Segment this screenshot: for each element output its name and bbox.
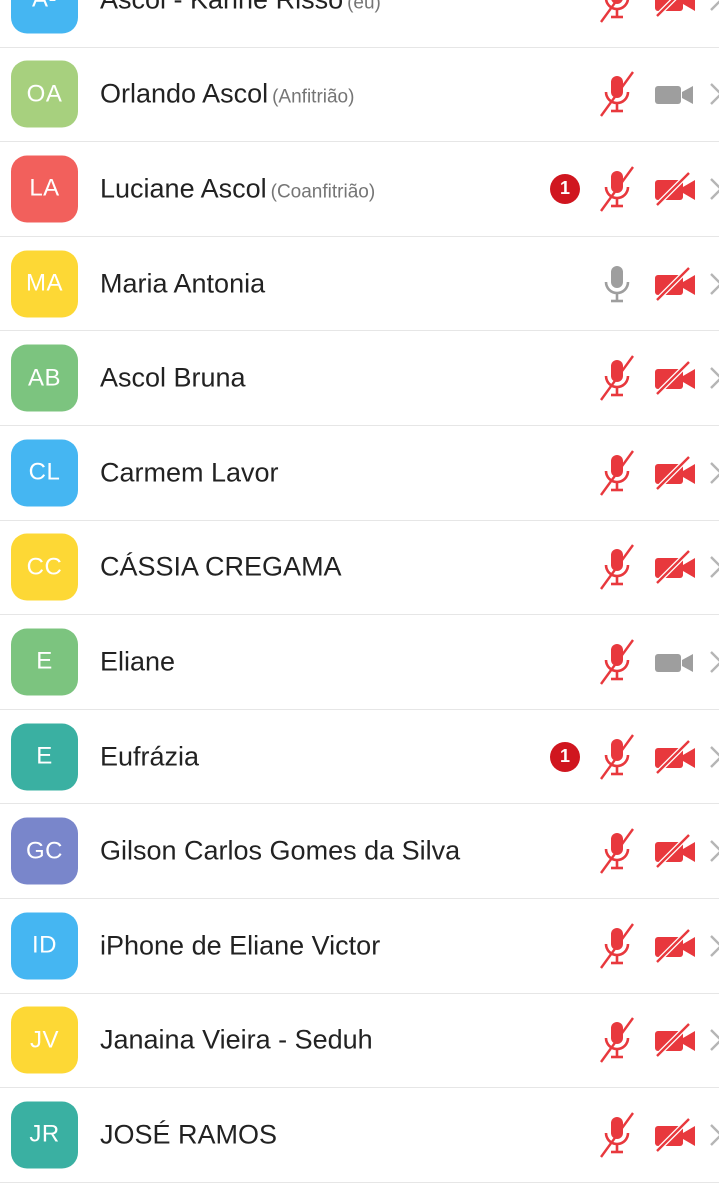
participant-row[interactable]: CC CÁSSIA CREGAMA bbox=[0, 521, 719, 616]
chevron-right-icon bbox=[709, 649, 719, 675]
mic-muted-icon[interactable] bbox=[597, 0, 637, 24]
mic-muted-icon[interactable] bbox=[597, 733, 637, 781]
participant-name: Eufrázia bbox=[100, 741, 200, 772]
avatar: E bbox=[11, 628, 78, 696]
mic-muted-icon[interactable] bbox=[597, 827, 637, 875]
chevron-right-icon bbox=[709, 1122, 719, 1148]
participant-row[interactable]: E Eliane bbox=[0, 615, 719, 710]
chevron-right-icon bbox=[709, 176, 719, 202]
mic-muted-icon[interactable] bbox=[597, 543, 637, 591]
participant-name-block: JOSÉ RAMOS bbox=[100, 1119, 277, 1150]
chevron-right-icon bbox=[709, 744, 719, 770]
chevron-right-icon bbox=[709, 933, 719, 959]
participant-row[interactable]: AB Ascol Bruna bbox=[0, 331, 719, 426]
mic-muted-icon[interactable] bbox=[597, 165, 637, 213]
participant-row[interactable]: LA Luciane Ascol (Coanfitrião) 1 bbox=[0, 142, 719, 237]
participant-row[interactable]: JR JOSÉ RAMOS bbox=[0, 1088, 719, 1183]
mic-muted-icon[interactable] bbox=[597, 354, 637, 402]
participant-name: Gilson Carlos Gomes da Silva bbox=[100, 835, 461, 866]
participant-name: Carmem Lavor bbox=[100, 457, 279, 488]
mic-icon[interactable] bbox=[597, 260, 637, 308]
video-off-icon[interactable] bbox=[653, 171, 697, 207]
video-off-icon[interactable] bbox=[653, 927, 697, 964]
participant-name-block: Gilson Carlos Gomes da Silva bbox=[100, 836, 460, 867]
chevron-right-icon bbox=[709, 460, 719, 486]
participant-name-block: Janaina Vieira - Seduh bbox=[100, 1025, 373, 1056]
mic-muted-icon[interactable] bbox=[597, 449, 637, 497]
avatar: E bbox=[11, 723, 78, 791]
avatar: AB bbox=[11, 344, 78, 412]
mic-muted-icon[interactable] bbox=[597, 70, 637, 118]
avatar: JR bbox=[11, 1101, 78, 1169]
participant-name-block: Ascol Bruna bbox=[100, 363, 246, 394]
participant-name: Ascol Bruna bbox=[100, 362, 246, 393]
video-off-icon[interactable] bbox=[653, 0, 697, 18]
avatar: MA bbox=[11, 250, 78, 318]
avatar: GC bbox=[11, 817, 78, 885]
chevron-right-icon bbox=[709, 81, 719, 107]
avatar: LA bbox=[11, 155, 78, 223]
participant-row[interactable]: ID iPhone de Eliane Victor bbox=[0, 899, 719, 994]
participant-name: JOSÉ RAMOS bbox=[100, 1119, 278, 1150]
participant-row[interactable]: OA Orlando Ascol (Anfitrião) bbox=[0, 48, 719, 143]
avatar: CC bbox=[11, 533, 78, 601]
video-off-icon[interactable] bbox=[653, 265, 697, 302]
participant-name-block: iPhone de Eliane Victor bbox=[100, 930, 380, 961]
video-off-icon[interactable] bbox=[653, 738, 697, 775]
unread-badge: 1 bbox=[550, 741, 580, 772]
video-off-icon[interactable] bbox=[653, 1022, 697, 1059]
avatar: JV bbox=[11, 1006, 78, 1074]
participant-name-block: Eliane bbox=[100, 646, 175, 677]
avatar: OA bbox=[11, 60, 78, 128]
participant-role: (eu) bbox=[347, 0, 381, 14]
avatar: ID bbox=[11, 912, 78, 980]
chevron-right-icon bbox=[709, 0, 719, 13]
video-off-icon[interactable] bbox=[653, 549, 697, 586]
participant-name: CÁSSIA CREGAMA bbox=[100, 551, 342, 582]
participant-role: (Coanfitrião) bbox=[270, 181, 376, 203]
participant-row[interactable]: CL Carmem Lavor bbox=[0, 426, 719, 521]
participant-row[interactable]: JV Janaina Vieira - Seduh bbox=[0, 994, 719, 1089]
video-off-icon[interactable] bbox=[653, 1117, 697, 1153]
chevron-right-icon bbox=[709, 838, 719, 864]
participant-name-block: CÁSSIA CREGAMA bbox=[100, 552, 342, 583]
participant-name: Orlando Ascol bbox=[100, 78, 269, 109]
mic-muted-icon[interactable] bbox=[597, 1016, 637, 1064]
video-off-icon[interactable] bbox=[653, 833, 697, 869]
avatar: A- bbox=[11, 0, 78, 34]
mic-muted-icon[interactable] bbox=[597, 638, 637, 686]
mic-muted-icon[interactable] bbox=[597, 922, 637, 970]
chevron-right-icon bbox=[709, 365, 719, 391]
participant-name: Maria Antonia bbox=[100, 268, 266, 299]
participant-name: Janaina Vieira - Seduh bbox=[100, 1024, 373, 1055]
mic-muted-icon[interactable] bbox=[597, 1111, 637, 1159]
participant-row[interactable]: MA Maria Antonia bbox=[0, 237, 719, 332]
participant-name: Luciane Ascol bbox=[100, 173, 267, 204]
video-off-icon[interactable] bbox=[653, 454, 697, 491]
video-icon[interactable] bbox=[653, 645, 697, 679]
participant-name-block: Maria Antonia bbox=[100, 268, 265, 299]
video-icon[interactable] bbox=[653, 77, 697, 111]
unread-badge: 1 bbox=[550, 173, 580, 204]
participant-row[interactable]: E Eufrázia 1 bbox=[0, 710, 719, 805]
participant-name-block: Ascol - Karine Risso (eu) bbox=[100, 0, 381, 15]
participant-row[interactable]: A- Ascol - Karine Risso (eu) bbox=[0, 0, 719, 48]
participant-name-block: Carmem Lavor bbox=[100, 457, 279, 488]
participant-role: (Anfitrião) bbox=[272, 86, 355, 108]
participant-name-block: Eufrázia bbox=[100, 741, 199, 772]
participant-name-block: Orlando Ascol (Anfitrião) bbox=[100, 79, 354, 110]
participant-name-block: Luciane Ascol (Coanfitrião) bbox=[100, 173, 375, 204]
participant-row[interactable]: GC Gilson Carlos Gomes da Silva bbox=[0, 804, 719, 899]
chevron-right-icon bbox=[709, 1027, 719, 1053]
participants-list: A- Ascol - Karine Risso (eu) OA Orlando Asc… bbox=[0, 0, 719, 1183]
video-off-icon[interactable] bbox=[653, 360, 697, 396]
participant-name: Ascol - Karine Risso bbox=[100, 0, 343, 14]
chevron-right-icon bbox=[709, 271, 719, 297]
avatar: CL bbox=[11, 439, 78, 507]
chevron-right-icon bbox=[709, 554, 719, 580]
participant-name: Eliane bbox=[100, 646, 176, 677]
participant-name: iPhone de Eliane Victor bbox=[100, 930, 381, 961]
